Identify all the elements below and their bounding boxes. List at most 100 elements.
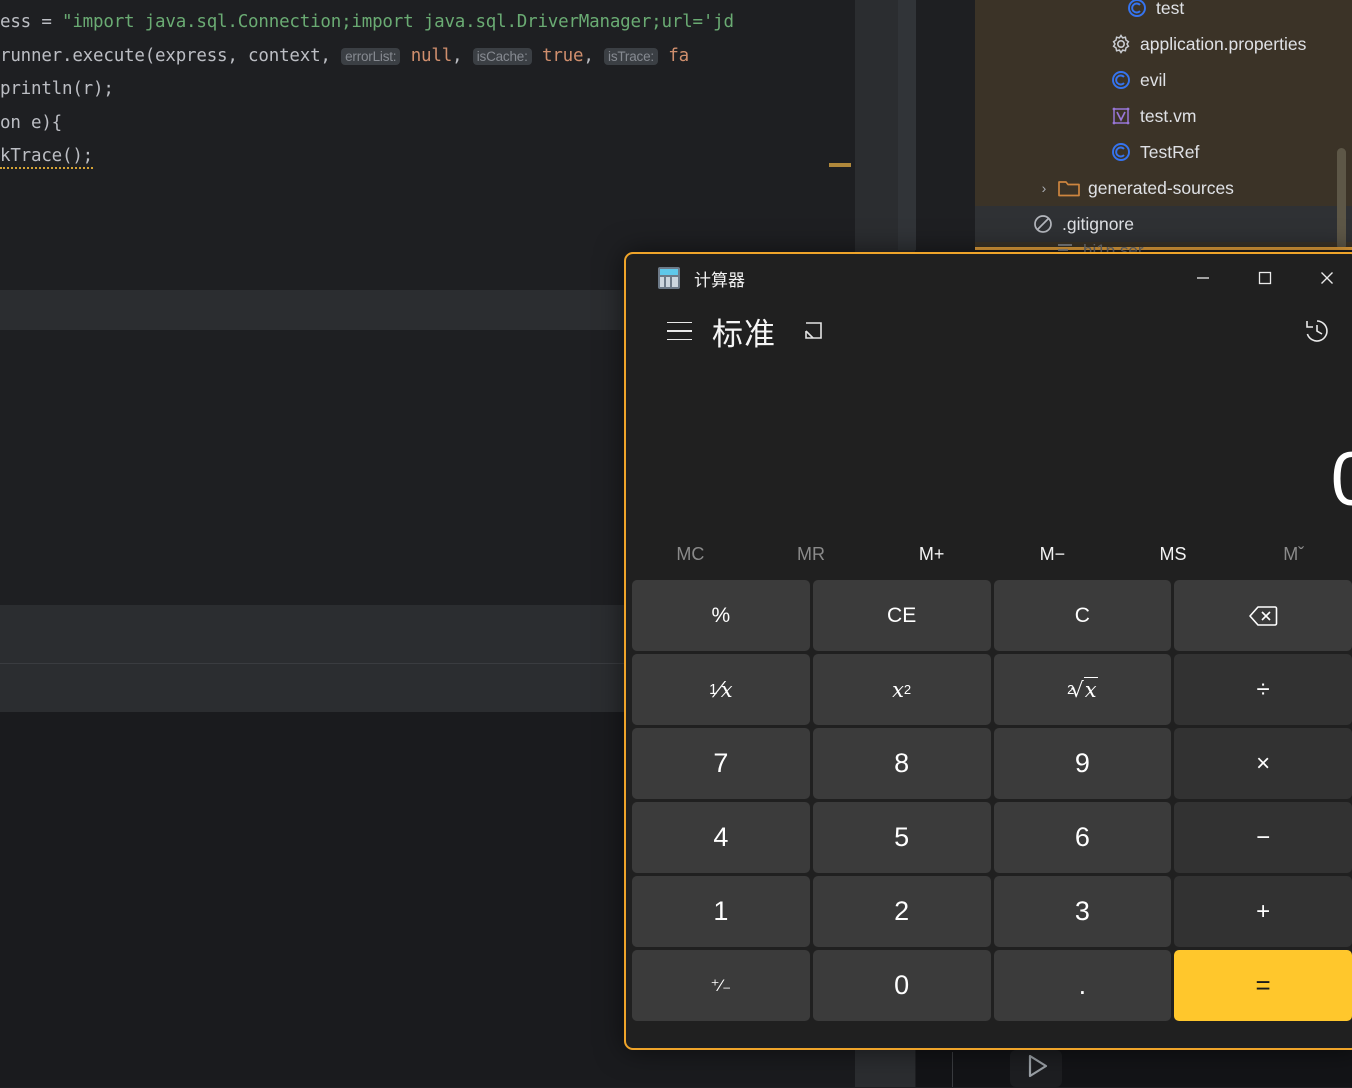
file-tree-scrollbar[interactable] [1337, 148, 1346, 250]
code-token: , [452, 45, 473, 66]
bottom-toolbar-divider [952, 1052, 953, 1087]
code-line: runner.execute(express, context, errorLi… [0, 46, 689, 66]
display-value: 0 [1331, 442, 1352, 518]
tree-item--gitignore[interactable]: .gitignore [975, 206, 1352, 242]
tree-item-label: application.properties [1140, 33, 1307, 54]
ide-bottom-toolbar [916, 1046, 1352, 1087]
key-square[interactable]: x2 [812, 654, 991, 725]
ignore-icon [1031, 212, 1055, 236]
key-digit-7[interactable]: 7 [632, 728, 810, 799]
key-divide[interactable]: ÷ [1174, 654, 1352, 725]
minimize-button[interactable] [1172, 254, 1234, 302]
memory-button-mr[interactable]: MR [751, 532, 872, 576]
run-button[interactable] [1010, 1050, 1062, 1087]
gear-icon [1109, 32, 1133, 56]
memory-button-mc[interactable]: MC [630, 532, 751, 576]
tree-item-label: test [1156, 0, 1185, 18]
code-token: "import java.sql.Connection;import java.… [62, 12, 734, 32]
tree-item-label: evil [1140, 69, 1167, 90]
code-line: on e){ [0, 113, 62, 133]
key-add[interactable]: + [1174, 876, 1352, 947]
key-digit-2[interactable]: 2 [812, 876, 991, 947]
key-decimal-point[interactable]: . [993, 950, 1172, 1021]
code-token: kTrace(); [0, 146, 93, 169]
code-line: println(r); [0, 79, 114, 99]
window-controls [1172, 254, 1352, 302]
window-title: 计算器 [694, 270, 745, 290]
key-equals[interactable]: = [1174, 950, 1352, 1021]
code-token: println(r); [0, 79, 114, 99]
key-backspace[interactable] [1174, 580, 1352, 651]
key-clear[interactable]: C [993, 580, 1172, 651]
class-icon [1109, 140, 1133, 164]
maximize-button[interactable] [1234, 254, 1296, 302]
history-icon[interactable] [1294, 308, 1340, 354]
key-multiply[interactable]: × [1174, 728, 1352, 799]
calculator-keypad: % CE C 1 ⁄x x 2 2 √x ÷ 7 8 9 × 4 5 6− 1 2 3 + ⁺⁄₋ 0. = [626, 576, 1352, 1029]
calculator-mode-label: 标准 [712, 316, 776, 352]
key-negate[interactable]: ⁺⁄₋ [632, 950, 810, 1021]
memory-button-ms[interactable]: MS [1113, 532, 1234, 576]
tree-item-evil[interactable]: evil [975, 62, 1352, 98]
tree-item-label: generated-sources [1088, 177, 1234, 198]
key-digit-5[interactable]: 5 [812, 802, 991, 873]
code-token: isCache: [472, 47, 532, 65]
key-digit-4[interactable]: 4 [632, 802, 810, 873]
tree-item-label: TestRef [1140, 141, 1200, 162]
memory-button-m[interactable]: Mˇ [1233, 532, 1352, 576]
close-button[interactable] [1296, 254, 1352, 302]
project-file-tree[interactable]: test application.properties evil test.vm Tes… [975, 0, 1352, 250]
file-tree-focus-underline [975, 247, 1352, 250]
close-icon [1321, 272, 1333, 284]
code-token: null [410, 45, 453, 66]
code-line: ess = "import java.sql.Connection;import… [0, 12, 734, 32]
calculator-window[interactable]: 计算器 标准 MC MR M+ M− MS Mˇ % CE C 1 ⁄x x 2… [624, 252, 1352, 1050]
code-line: kTrace(); [0, 146, 93, 169]
velocity-icon [1109, 104, 1133, 128]
backspace-icon [1249, 605, 1278, 626]
maximize-icon [1258, 271, 1272, 285]
code-token: isTrace: [604, 47, 658, 65]
key-digit-1[interactable]: 1 [632, 876, 810, 947]
tree-item-label: .gitignore [1062, 213, 1134, 234]
tree-item-test-vm[interactable]: test.vm [975, 98, 1352, 134]
code-token: ess = [0, 12, 63, 32]
chevron-right-icon[interactable]: › [1031, 180, 1057, 196]
memory-button-m+[interactable]: M+ [871, 532, 992, 576]
key-digit-0[interactable]: 0 [812, 950, 991, 1021]
key-digit-8[interactable]: 8 [812, 728, 991, 799]
calculator-icon [658, 267, 680, 289]
code-token: errorList: [341, 47, 401, 65]
key-square-root[interactable]: 2 √x [993, 654, 1172, 725]
tree-item-generated-sources[interactable]: › generated-sources [975, 170, 1352, 206]
class-icon [1109, 68, 1133, 92]
memory-button-m[interactable]: M− [992, 532, 1113, 576]
editor-change-marker [829, 163, 851, 167]
calculator-header: 标准 [626, 302, 1352, 360]
tree-item-application-properties[interactable]: application.properties [975, 26, 1352, 62]
key-digit-3[interactable]: 3 [993, 876, 1172, 947]
key-digit-6[interactable]: 6 [993, 802, 1172, 873]
code-token: true [542, 45, 584, 66]
tree-item-testref[interactable]: TestRef [975, 134, 1352, 170]
hamburger-menu-icon[interactable] [656, 311, 702, 351]
key-digit-9[interactable]: 9 [993, 728, 1172, 799]
code-token: fa [668, 45, 689, 66]
class-icon [1125, 0, 1149, 20]
key-subtract[interactable]: − [1174, 802, 1352, 873]
tree-item-test[interactable]: test [975, 0, 1352, 26]
play-icon [1019, 1049, 1053, 1088]
calculator-display: 0 [626, 360, 1352, 532]
key-reciprocal[interactable]: 1 ⁄x [632, 654, 810, 725]
key-percent[interactable]: % [632, 580, 810, 651]
keep-on-top-icon[interactable] [798, 316, 828, 346]
tree-item-label: test.vm [1140, 105, 1197, 126]
code-editor[interactable]: ess = "import java.sql.Connection;import… [0, 0, 855, 290]
key-clear-entry[interactable]: CE [812, 580, 991, 651]
editor-scroll-track[interactable] [898, 0, 916, 250]
memory-buttons-row: MC MR M+ M− MS Mˇ [626, 532, 1352, 576]
calculator-titlebar[interactable]: 计算器 [626, 254, 1352, 302]
